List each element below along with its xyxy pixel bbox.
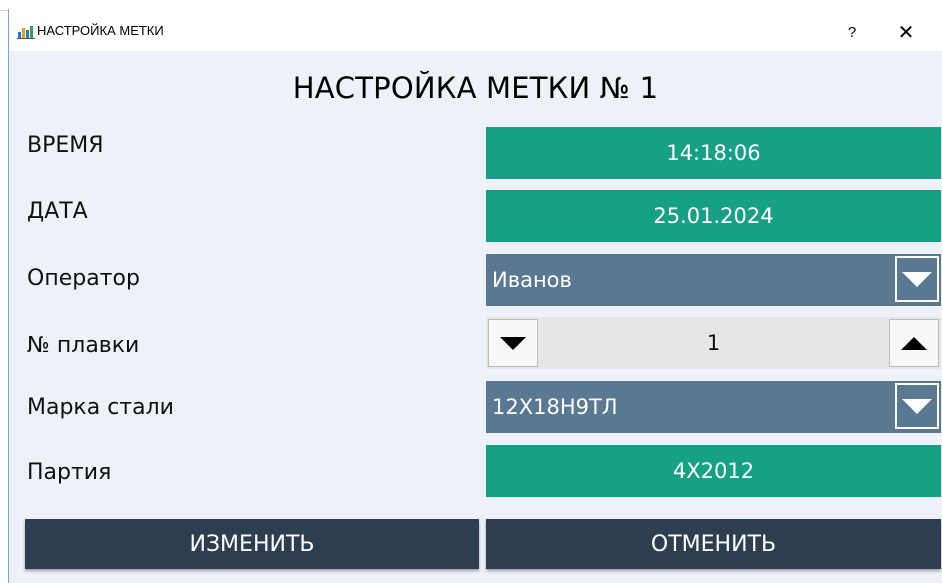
steel-grade-combobox[interactable]: 12Х18Н9ТЛ [486, 381, 941, 433]
date-label: ДАТА [27, 199, 88, 224]
change-button[interactable]: ИЗМЕНИТЬ [25, 519, 479, 569]
steel-grade-label: Марка стали [27, 395, 174, 420]
batch-label: Партия [27, 460, 112, 485]
close-button[interactable]: ✕ [886, 18, 926, 46]
melt-number-decrement-button[interactable] [488, 319, 538, 367]
triangle-down-icon [902, 398, 932, 414]
settings-dialog: НАСТРОЙКА МЕТКИ ? ✕ НАСТРОЙКА МЕТКИ № 1 … [8, 9, 942, 583]
page-title: НАСТРОЙКА МЕТКИ № 1 [292, 71, 659, 105]
cancel-button[interactable]: ОТМЕНИТЬ [486, 519, 941, 569]
operator-dropdown-button[interactable] [895, 256, 939, 302]
steel-grade-dropdown-button[interactable] [895, 383, 939, 429]
melt-number-label: № плавки [27, 333, 140, 358]
window-title: НАСТРОЙКА МЕТКИ [37, 23, 164, 38]
help-button[interactable]: ? [837, 18, 867, 46]
triangle-down-icon [902, 271, 932, 287]
steel-grade-value: 12Х18Н9ТЛ [492, 395, 618, 419]
title-bar: НАСТРОЙКА МЕТКИ ? ✕ [9, 9, 942, 51]
batch-field[interactable]: 4Х2012 [486, 445, 941, 497]
triangle-down-icon [500, 336, 526, 350]
operator-label: Оператор [27, 266, 140, 291]
date-field[interactable]: 25.01.2024 [486, 190, 941, 242]
chart-bars-icon [17, 26, 35, 39]
melt-number-value[interactable]: 1 [486, 331, 941, 355]
operator-value: Иванов [492, 268, 572, 292]
melt-number-increment-button[interactable] [889, 319, 939, 367]
time-label: ВРЕМЯ [27, 133, 104, 158]
melt-number-spinbox[interactable]: 1 [486, 317, 941, 369]
triangle-up-icon [901, 336, 927, 350]
operator-combobox[interactable]: Иванов [486, 254, 941, 306]
time-field[interactable]: 14:18:06 [486, 127, 941, 179]
